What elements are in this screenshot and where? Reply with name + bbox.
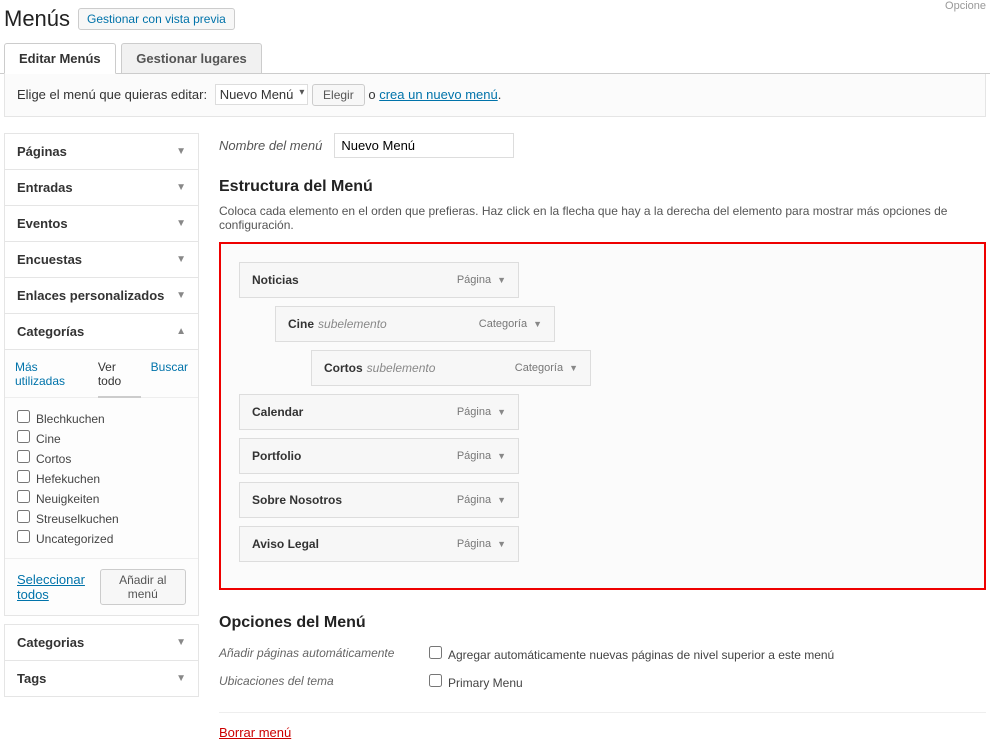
menu-selector-bar: Elige el menú que quieras editar: Nuevo …: [4, 74, 986, 117]
menu-structure: NoticiasPágina▼CinesubelementoCategoría▼…: [219, 242, 986, 590]
sidebar-panel-categorias[interactable]: Categorias▼: [5, 625, 198, 661]
category-checkbox[interactable]: [17, 530, 30, 543]
category-checkbox[interactable]: [17, 510, 30, 523]
options-heading: Opciones del Menú: [219, 614, 986, 632]
sidebar-panel-encuestas[interactable]: Encuestas▼: [5, 242, 198, 278]
menu-name-label: Nombre del menú: [219, 138, 322, 153]
menu-item-type: Categoría: [515, 362, 563, 374]
expand-icon[interactable]: ▼: [497, 495, 506, 505]
structure-heading: Estructura del Menú: [219, 178, 986, 196]
expand-icon[interactable]: ▼: [497, 451, 506, 461]
subtab-view-all[interactable]: Ver todo: [98, 360, 141, 398]
delete-menu-link[interactable]: Borrar menú: [219, 725, 291, 740]
category-checkbox[interactable]: [17, 410, 30, 423]
expand-icon[interactable]: ▼: [569, 363, 578, 373]
page-title: Menús: [4, 6, 70, 32]
menu-item-type: Página: [457, 274, 491, 286]
chevron-down-icon: ▼: [176, 146, 186, 157]
category-item[interactable]: Uncategorized: [17, 528, 186, 548]
category-checkbox[interactable]: [17, 450, 30, 463]
category-item[interactable]: Cine: [17, 428, 186, 448]
tab-edit-menus[interactable]: Editar Menús: [4, 43, 116, 74]
categories-panel-body: Más utilizadasVer todoBuscarBlechkuchenC…: [5, 350, 198, 616]
sidebar-panel-categorias[interactable]: Categorías▲: [5, 314, 198, 350]
sidebar-panel-entradas[interactable]: Entradas▼: [5, 170, 198, 206]
subtab-most-used[interactable]: Más utilizadas: [15, 360, 88, 397]
auto-add-label: Añadir páginas automáticamente: [219, 646, 409, 660]
category-checkbox[interactable]: [17, 430, 30, 443]
chevron-down-icon: ▼: [176, 218, 186, 229]
chevron-down-icon: ▼: [176, 290, 186, 301]
sidebar-panel-enlaces-personalizados[interactable]: Enlaces personalizados▼: [5, 278, 198, 314]
sidebar-panel-eventos[interactable]: Eventos▼: [5, 206, 198, 242]
menu-item[interactable]: Sobre NosotrosPágina▼: [239, 482, 519, 518]
menu-select[interactable]: Nuevo Menú: [215, 84, 309, 105]
structure-description: Coloca cada elemento en el orden que pre…: [219, 204, 986, 232]
select-menu-label: Elige el menú que quieras editar:: [17, 87, 207, 102]
theme-locations-label: Ubicaciones del tema: [219, 674, 409, 688]
or-text: o: [368, 87, 375, 102]
select-all-link[interactable]: Seleccionar todos: [17, 572, 100, 602]
primary-menu-checkbox-label[interactable]: Primary Menu: [429, 676, 523, 690]
chevron-up-icon: ▲: [176, 326, 186, 337]
subtab-search[interactable]: Buscar: [151, 360, 188, 397]
screen-options[interactable]: Opcione: [945, 0, 986, 12]
chevron-down-icon: ▼: [176, 182, 186, 193]
menu-item[interactable]: CinesubelementoCategoría▼: [275, 306, 555, 342]
category-item[interactable]: Hefekuchen: [17, 468, 186, 488]
menu-item[interactable]: NoticiasPágina▼: [239, 262, 519, 298]
tab-manage-locations[interactable]: Gestionar lugares: [121, 43, 262, 74]
create-new-menu-link[interactable]: crea un nuevo menú: [379, 87, 498, 102]
menu-item-type: Página: [457, 494, 491, 506]
category-item[interactable]: Streuselkuchen: [17, 508, 186, 528]
menu-item[interactable]: CortossubelementoCategoría▼: [311, 350, 591, 386]
category-item[interactable]: Blechkuchen: [17, 408, 186, 428]
expand-icon[interactable]: ▼: [497, 275, 506, 285]
menu-item[interactable]: CalendarPágina▼: [239, 394, 519, 430]
menu-name-input[interactable]: [334, 133, 514, 158]
menu-item[interactable]: PortfolioPágina▼: [239, 438, 519, 474]
category-item[interactable]: Cortos: [17, 448, 186, 468]
menu-item-type: Página: [457, 450, 491, 462]
primary-menu-checkbox[interactable]: [429, 674, 442, 687]
chevron-down-icon: ▼: [176, 673, 186, 684]
auto-add-checkbox-label[interactable]: Agregar automáticamente nuevas páginas d…: [429, 648, 834, 662]
menu-item-type: Categoría: [479, 318, 527, 330]
auto-add-checkbox[interactable]: [429, 646, 442, 659]
choose-button[interactable]: Elegir: [312, 84, 365, 106]
expand-icon[interactable]: ▼: [497, 539, 506, 549]
menu-item-type: Página: [457, 538, 491, 550]
menu-item-type: Página: [457, 406, 491, 418]
expand-icon[interactable]: ▼: [533, 319, 542, 329]
manage-preview-button[interactable]: Gestionar con vista previa: [78, 8, 235, 30]
expand-icon[interactable]: ▼: [497, 407, 506, 417]
category-checkbox[interactable]: [17, 490, 30, 503]
menu-item[interactable]: Aviso LegalPágina▼: [239, 526, 519, 562]
sidebar-panel-tags[interactable]: Tags▼: [5, 661, 198, 697]
chevron-down-icon: ▼: [176, 637, 186, 648]
sidebar-panel-páginas[interactable]: Páginas▼: [5, 134, 198, 170]
category-checkbox[interactable]: [17, 470, 30, 483]
category-item[interactable]: Neuigkeiten: [17, 488, 186, 508]
tabs: Editar Menús Gestionar lugares: [0, 42, 990, 74]
chevron-down-icon: ▼: [176, 254, 186, 265]
